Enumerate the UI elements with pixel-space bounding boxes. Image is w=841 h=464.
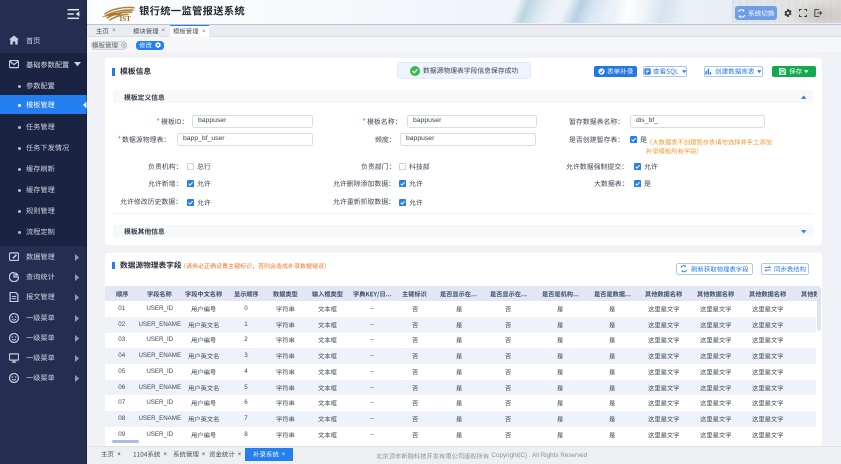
svg-text:IST: IST xyxy=(120,15,132,22)
